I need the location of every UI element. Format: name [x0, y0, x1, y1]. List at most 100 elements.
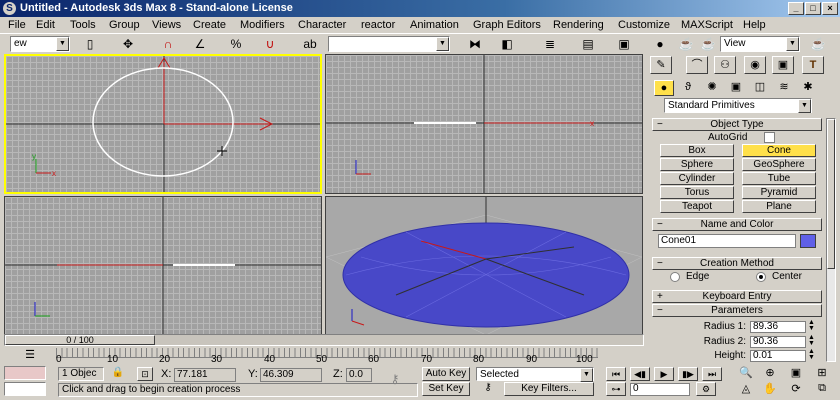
menu-animation[interactable]: Animation	[410, 17, 459, 34]
autogrid-checkbox[interactable]	[764, 132, 775, 143]
z-coordinate-field[interactable]: 0.0	[346, 368, 372, 382]
arc-rotate-icon[interactable]: ⟳	[786, 382, 806, 397]
shapes-icon[interactable]: ϑ	[678, 80, 698, 96]
box-button[interactable]: Box	[660, 144, 734, 157]
menu-help[interactable]: Help	[743, 17, 766, 34]
auto-key-button[interactable]: Auto Key	[422, 367, 470, 381]
menu-maxscript[interactable]: MAXScript	[681, 17, 733, 34]
spinner-snap-icon[interactable]: ∪	[260, 35, 280, 53]
select-object-icon[interactable]: ▯	[80, 35, 100, 53]
helpers-icon[interactable]: ◫	[750, 80, 770, 96]
menu-character[interactable]: Character	[298, 17, 346, 34]
angle-snap-icon[interactable]: ∠	[190, 35, 210, 53]
viewport-perspective[interactable]	[325, 196, 643, 336]
mirror-icon[interactable]: ⧓	[465, 35, 485, 53]
menu-modifiers[interactable]: Modifiers	[240, 17, 285, 34]
time-slider-track[interactable]: 0 / 100	[4, 334, 644, 346]
hierarchy-tab-icon[interactable]: ⚇	[714, 56, 736, 74]
geosphere-button[interactable]: GeoSphere	[742, 158, 816, 171]
spinner-arrows-icon[interactable]: ▲ ▼	[808, 334, 815, 347]
render-last-icon[interactable]: ☕	[808, 35, 828, 53]
set-key-icon[interactable]: ⚷	[478, 382, 498, 396]
menu-views[interactable]: Views	[152, 17, 181, 34]
menu-rendering[interactable]: Rendering	[553, 17, 604, 34]
menu-graph-editors[interactable]: Graph Editors	[473, 17, 541, 34]
snap-3d-icon[interactable]: ∩	[158, 35, 178, 53]
panel-scrollbar[interactable]	[826, 118, 836, 362]
material-editor-icon[interactable]: ●	[650, 35, 670, 53]
layer-manager-icon[interactable]: ≣	[540, 35, 560, 53]
maxscript-listener[interactable]	[4, 366, 46, 380]
space-warps-icon[interactable]: ≋	[774, 80, 794, 96]
torus-button[interactable]: Torus	[660, 186, 734, 199]
spinner-arrows-icon[interactable]: ▲ ▼	[808, 348, 815, 361]
center-radio[interactable]	[756, 272, 766, 282]
utilities-tab-icon[interactable]: T	[802, 56, 824, 74]
plane-button[interactable]: Plane	[742, 200, 816, 213]
curve-editor-icon[interactable]: ▤	[578, 35, 598, 53]
set-key-button[interactable]: Set Key	[422, 382, 470, 396]
close-button[interactable]: ×	[822, 2, 838, 15]
teapot-button[interactable]: Teapot	[660, 200, 734, 213]
maxscript-input[interactable]	[4, 382, 46, 396]
x-coordinate-field[interactable]: 77.181	[174, 368, 236, 382]
time-configuration-icon[interactable]: ⚙	[696, 382, 716, 396]
lights-icon[interactable]: ✺	[702, 80, 722, 96]
edge-radio[interactable]	[670, 272, 680, 282]
spinner-arrows-icon[interactable]: ▲ ▼	[808, 319, 815, 332]
menu-tools[interactable]: Tools	[70, 17, 96, 34]
render-type-dropdown[interactable]: View ▼	[720, 36, 800, 52]
viewport-left[interactable]	[4, 196, 322, 336]
category-dropdown[interactable]: Standard Primitives ▼	[664, 98, 812, 113]
object-color-swatch[interactable]	[800, 234, 816, 248]
motion-tab-icon[interactable]: ◉	[744, 56, 766, 74]
scrollbar-thumb[interactable]	[827, 119, 835, 269]
go-to-end-icon[interactable]: ⏭	[702, 367, 722, 381]
selection-filter-dropdown[interactable]: ew ▼	[10, 36, 70, 52]
menu-group[interactable]: Group	[109, 17, 140, 34]
edit-named-selection-icon[interactable]: ab	[300, 35, 320, 53]
absolute-mode-icon[interactable]: ⊡	[137, 367, 153, 381]
radius2-input[interactable]: 90.36	[750, 336, 806, 348]
schematic-view-icon[interactable]: ▣	[614, 35, 634, 53]
named-selection-dropdown[interactable]: ▼	[328, 36, 450, 52]
object-type-rollout-header[interactable]: − Object Type	[652, 118, 822, 131]
track-bar[interactable]: ☰ 0 10 20 30 40 50 60 70 80 90 100	[0, 346, 646, 366]
parameters-rollout-header[interactable]: − Parameters	[652, 304, 822, 317]
zoom-extents-all-icon[interactable]: ⊞	[812, 366, 832, 381]
menu-customize[interactable]: Customize	[618, 17, 670, 34]
previous-frame-icon[interactable]: ◀▮	[630, 367, 650, 381]
track-bar-menu-icon[interactable]: ☰	[20, 348, 40, 362]
menu-edit[interactable]: Edit	[36, 17, 55, 34]
select-move-icon[interactable]: ✥	[118, 35, 138, 53]
render-scene-icon[interactable]: ☕	[676, 35, 696, 53]
minimize-button[interactable]: _	[788, 2, 804, 15]
cameras-icon[interactable]: ▣	[726, 80, 746, 96]
tube-button[interactable]: Tube	[742, 172, 816, 185]
key-mode-dropdown[interactable]: Selected ▼	[476, 367, 594, 382]
object-name-input[interactable]: Cone01	[658, 234, 796, 248]
go-to-start-icon[interactable]: ⏮	[606, 367, 626, 381]
menu-reactor[interactable]: reactor	[361, 17, 395, 34]
viewport-front[interactable]: x	[325, 54, 643, 194]
quick-render-icon[interactable]: ☕	[698, 35, 718, 53]
zoom-extents-icon[interactable]: ▣	[786, 366, 806, 381]
y-coordinate-field[interactable]: 46.309	[260, 368, 322, 382]
zoom-icon[interactable]: 🔍	[736, 366, 756, 381]
radius1-input[interactable]: 89.36	[750, 321, 806, 333]
maximize-viewport-icon[interactable]: ⧉	[812, 382, 832, 397]
time-slider-thumb[interactable]: 0 / 100	[5, 335, 155, 345]
cone-button[interactable]: Cone	[742, 144, 816, 157]
sphere-button[interactable]: Sphere	[660, 158, 734, 171]
geometry-icon[interactable]: ●	[654, 80, 674, 96]
field-of-view-icon[interactable]: ◬	[736, 382, 756, 397]
height-input[interactable]: 0.01	[750, 350, 806, 362]
create-tab-icon[interactable]: ✎	[650, 56, 672, 74]
creation-method-rollout-header[interactable]: − Creation Method	[652, 257, 822, 270]
key-mode-toggle-icon[interactable]: ⊶	[606, 382, 626, 396]
cylinder-button[interactable]: Cylinder	[660, 172, 734, 185]
align-icon[interactable]: ◧	[497, 35, 517, 53]
name-color-rollout-header[interactable]: − Name and Color	[652, 218, 822, 231]
current-frame-field[interactable]: 0	[630, 383, 690, 396]
systems-icon[interactable]: ✱	[798, 80, 818, 96]
